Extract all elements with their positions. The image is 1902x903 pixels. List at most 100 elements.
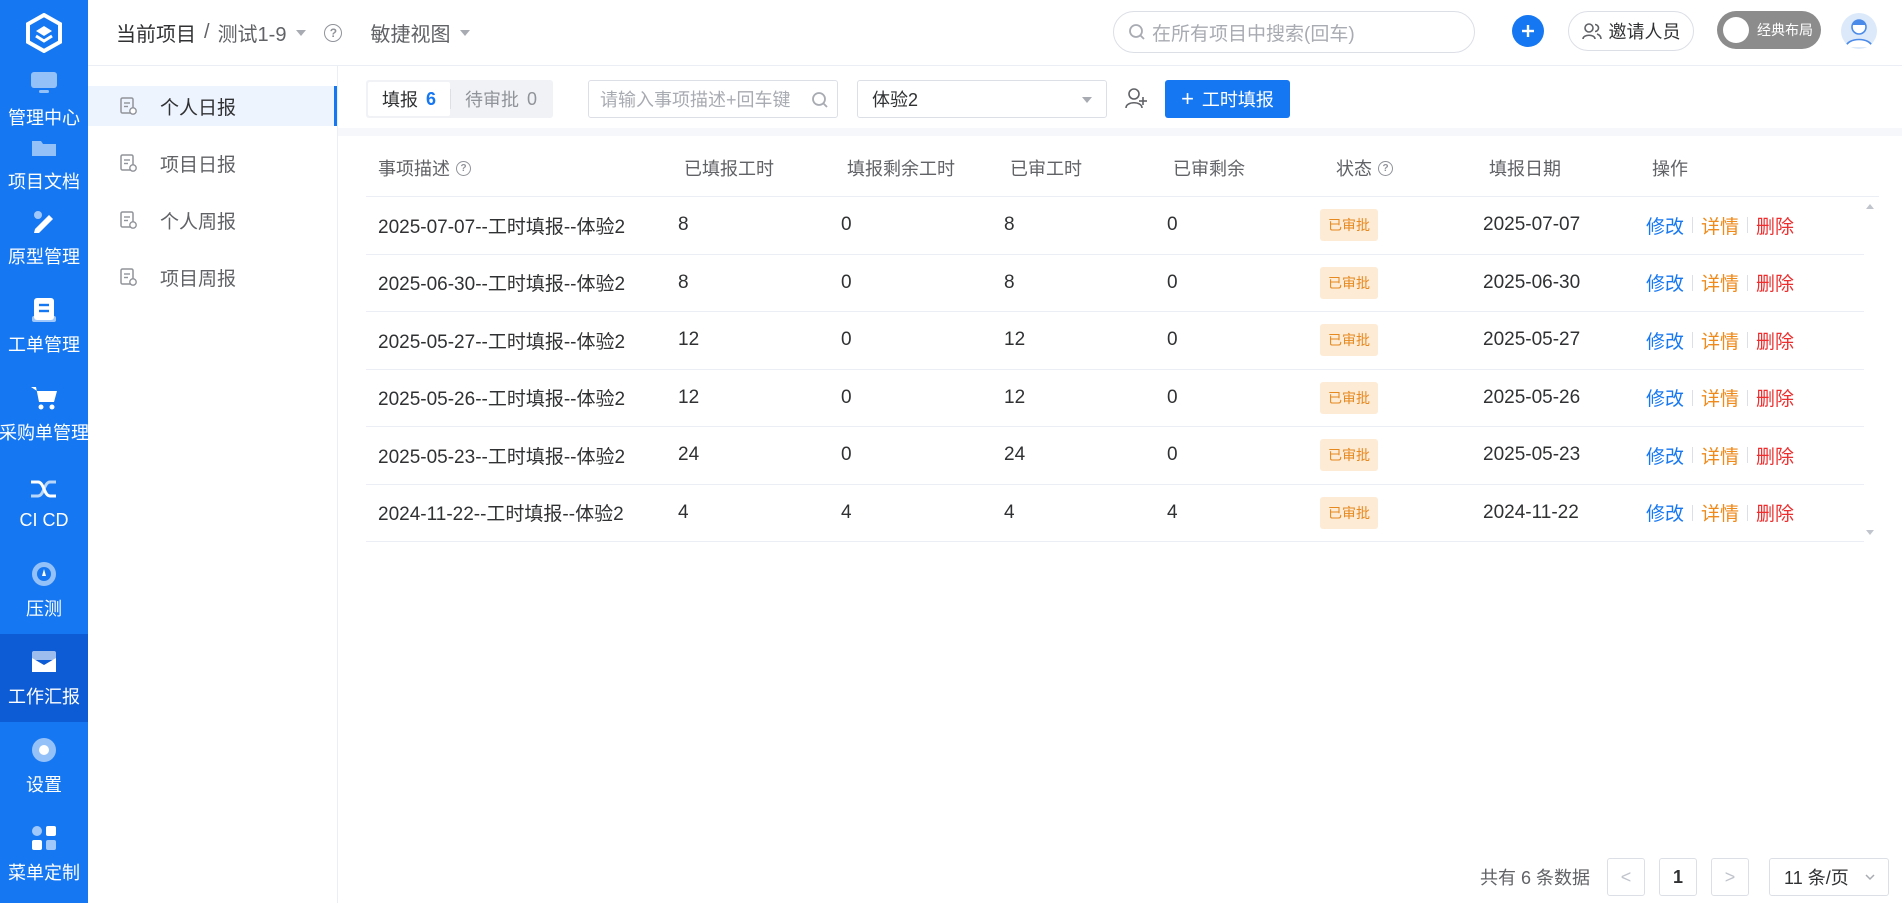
cell-filled-hours: 24 bbox=[678, 444, 700, 466]
rail-item-label: 工作汇报 bbox=[8, 687, 80, 707]
detail-link[interactable]: 详情 bbox=[1701, 327, 1739, 354]
subnav-item[interactable]: 项目周报 bbox=[88, 257, 337, 297]
rail-item[interactable]: 菜单定制 bbox=[0, 810, 88, 898]
breadcrumb-root[interactable]: 当前项目 bbox=[116, 18, 196, 47]
report-icon bbox=[118, 210, 150, 230]
action-divider bbox=[1747, 389, 1749, 406]
add-user-icon bbox=[1125, 88, 1147, 109]
keyword-placeholder: 请输入事项描述+回车键 bbox=[600, 90, 791, 110]
delete-link[interactable]: 删除 bbox=[1756, 499, 1794, 526]
detail-link[interactable]: 详情 bbox=[1701, 212, 1739, 239]
layout-toggle[interactable]: 经典布局 bbox=[1717, 11, 1821, 49]
delete-link[interactable]: 删除 bbox=[1756, 327, 1794, 354]
delete-link[interactable]: 删除 bbox=[1756, 212, 1794, 239]
project-switcher[interactable]: 测试1-9 bbox=[218, 18, 287, 47]
column-header: 已审工时 bbox=[1010, 159, 1082, 179]
chevron-down-icon bbox=[1082, 97, 1092, 103]
avatar[interactable] bbox=[1841, 13, 1877, 49]
create-button[interactable] bbox=[1512, 15, 1544, 47]
rail-item[interactable]: 工作汇报 bbox=[0, 634, 88, 722]
cell-approve-remaining: 0 bbox=[1167, 444, 1178, 466]
detail-link[interactable]: 详情 bbox=[1701, 269, 1739, 296]
breadcrumb: 当前项目 / 测试1-9 ? bbox=[116, 18, 343, 47]
rail-item[interactable]: 设置 bbox=[0, 722, 88, 810]
action-divider bbox=[1692, 332, 1694, 349]
next-page-button[interactable]: > bbox=[1711, 858, 1750, 896]
cell-description: 2024-11-22--工时填报--体验2 bbox=[378, 504, 624, 526]
view-switcher[interactable]: 敏捷视图 bbox=[370, 18, 471, 47]
toggle-knob bbox=[1723, 17, 1749, 43]
rail-item[interactable]: 管理中心 bbox=[0, 66, 88, 132]
invite-label: 邀请人员 bbox=[1608, 22, 1681, 42]
column-header: 填报日期 bbox=[1489, 159, 1561, 179]
scroll-up-arrow[interactable] bbox=[1866, 204, 1874, 209]
column-header: 已审剩余 bbox=[1173, 159, 1245, 179]
detail-link[interactable]: 详情 bbox=[1701, 499, 1739, 526]
app-logo[interactable] bbox=[0, 0, 88, 66]
cell-description: 2025-05-23--工时填报--体验2 bbox=[378, 446, 626, 468]
page-number[interactable]: 1 bbox=[1659, 858, 1698, 896]
edit-link[interactable]: 修改 bbox=[1646, 499, 1684, 526]
delete-link[interactable]: 删除 bbox=[1756, 384, 1794, 411]
tab-pending[interactable]: 待审批 0 bbox=[451, 82, 551, 116]
invite-button[interactable]: 邀请人员 bbox=[1568, 11, 1694, 51]
tab-filled[interactable]: 填报 6 bbox=[368, 82, 451, 116]
cell-actions: 修改 详情 删除 bbox=[1646, 269, 1826, 296]
user-select[interactable]: 体验2 bbox=[857, 80, 1107, 118]
cell-status: 已审批 bbox=[1320, 381, 1483, 414]
help-icon[interactable]: ? bbox=[1378, 160, 1393, 176]
help-icon[interactable]: ? bbox=[456, 160, 471, 176]
rail-item[interactable]: 项目文档 bbox=[0, 132, 88, 194]
scroll-down-arrow[interactable] bbox=[1866, 530, 1874, 535]
cell-status: 已审批 bbox=[1320, 324, 1483, 357]
delete-link[interactable]: 删除 bbox=[1756, 269, 1794, 296]
rail-item-label: CI CD bbox=[19, 509, 69, 530]
edit-link[interactable]: 修改 bbox=[1646, 212, 1684, 239]
grid-icon bbox=[29, 823, 59, 853]
cell-date: 2025-05-27 bbox=[1483, 329, 1581, 351]
page-size-select[interactable]: 11 条/页 bbox=[1769, 858, 1890, 896]
detail-link[interactable]: 详情 bbox=[1701, 384, 1739, 411]
cell-fill-remaining: 0 bbox=[841, 271, 852, 293]
global-search-input[interactable]: 在所有项目中搜索(回车) bbox=[1113, 11, 1475, 53]
plus-icon: + bbox=[1181, 86, 1194, 111]
cell-approve-remaining: 0 bbox=[1167, 329, 1178, 351]
cell-actions: 修改 详情 删除 bbox=[1646, 384, 1826, 411]
detail-link[interactable]: 详情 bbox=[1701, 442, 1739, 469]
cell-approved-hours: 4 bbox=[1004, 501, 1015, 523]
rail-item[interactable]: 原型管理 bbox=[0, 194, 88, 282]
add-timesheet-button[interactable]: + 工时填报 bbox=[1165, 80, 1290, 118]
subnav-item[interactable]: 个人日报 bbox=[88, 86, 337, 126]
rail-item-label: 原型管理 bbox=[8, 247, 80, 267]
keyword-search-input[interactable]: 请输入事项描述+回车键 bbox=[588, 80, 838, 118]
subnav-item[interactable]: 项目日报 bbox=[88, 143, 337, 183]
prev-page-button[interactable]: < bbox=[1607, 858, 1646, 896]
rail-item[interactable]: 采购单管理 bbox=[0, 370, 88, 458]
status-badge: 已审批 bbox=[1320, 324, 1378, 357]
rail-item[interactable]: 压测 bbox=[0, 546, 88, 634]
cell-fill-remaining: 0 bbox=[841, 386, 852, 408]
delete-link[interactable]: 删除 bbox=[1756, 442, 1794, 469]
top-header: 当前项目 / 测试1-9 ? 敏捷视图 在所有项目中搜索(回车) 邀请人员 经典… bbox=[88, 0, 1902, 66]
edit-link[interactable]: 修改 bbox=[1646, 269, 1684, 296]
cell-filled-hours: 8 bbox=[678, 214, 689, 236]
edit-link[interactable]: 修改 bbox=[1646, 442, 1684, 469]
edit-link[interactable]: 修改 bbox=[1646, 327, 1684, 354]
add-member-button[interactable] bbox=[1124, 86, 1148, 115]
rail-item[interactable]: CI CD bbox=[0, 458, 88, 546]
report-icon bbox=[118, 153, 150, 173]
search-icon[interactable] bbox=[811, 91, 829, 109]
edit-link[interactable]: 修改 bbox=[1646, 384, 1684, 411]
subnav-item[interactable]: 个人周报 bbox=[88, 200, 337, 240]
subnav-item-label: 个人周报 bbox=[160, 211, 237, 233]
cell-date: 2025-05-26 bbox=[1483, 386, 1581, 408]
subnav-item-label: 项目日报 bbox=[160, 154, 237, 176]
breadcrumb-separator: / bbox=[204, 21, 210, 43]
help-icon[interactable]: ? bbox=[324, 23, 343, 42]
cell-description: 2025-07-07--工时填报--体验2 bbox=[378, 216, 626, 238]
chevron-down-icon[interactable] bbox=[296, 29, 307, 36]
cell-filled-hours: 12 bbox=[678, 386, 700, 408]
table-row: 2025-06-30--工时填报--体验2 8 0 8 0 已审批 2025-06-30 修改… bbox=[366, 255, 1864, 312]
cell-approved-hours: 24 bbox=[1004, 444, 1026, 466]
rail-item[interactable]: 工单管理 bbox=[0, 282, 88, 370]
